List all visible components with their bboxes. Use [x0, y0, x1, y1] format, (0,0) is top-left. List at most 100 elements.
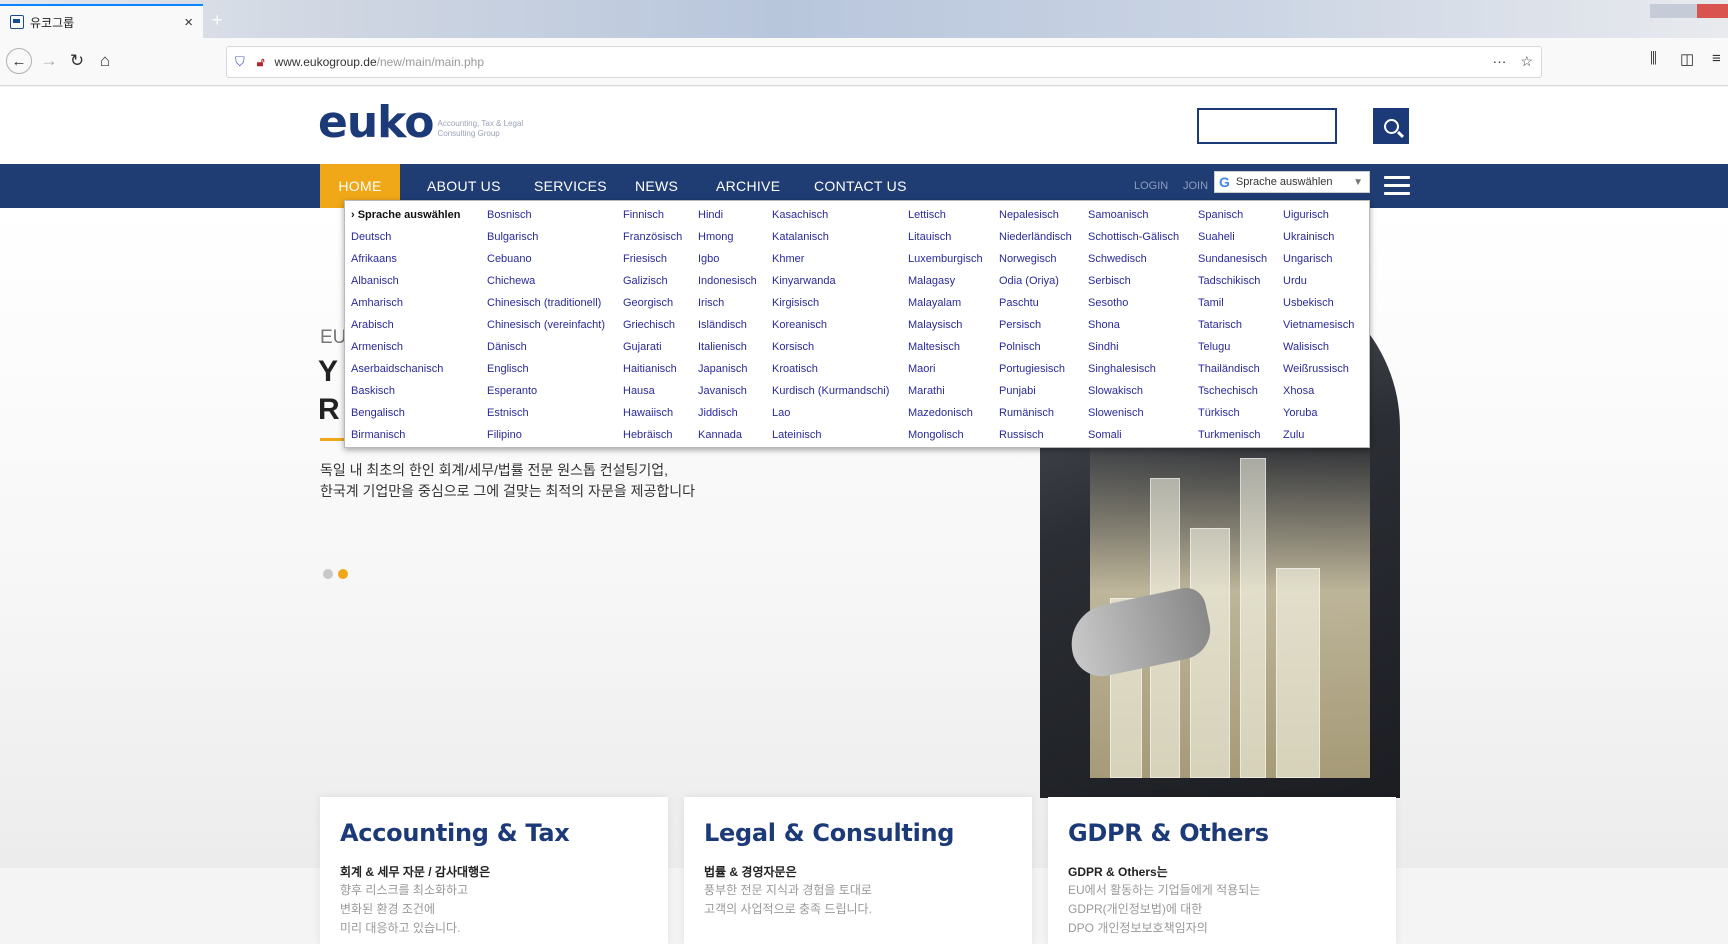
lang-option[interactable]: Marathi	[908, 383, 983, 405]
lang-option[interactable]: Französisch	[623, 229, 682, 251]
slider-dot[interactable]	[323, 569, 333, 579]
lang-option[interactable]: Luxemburgisch	[908, 251, 983, 273]
home-icon[interactable]: ⌂	[92, 48, 118, 74]
lang-option[interactable]: Shona	[1088, 317, 1179, 339]
lang-option[interactable]: Hebräisch	[623, 427, 682, 449]
lang-option[interactable]: Khmer	[772, 251, 889, 273]
lang-option[interactable]: Hausa	[623, 383, 682, 405]
lang-option[interactable]: Persisch	[999, 317, 1072, 339]
lang-option[interactable]: Telugu	[1198, 339, 1267, 361]
url-bar[interactable]: ⛉ 🔓︎ www.eukogroup.de/new/main/main.php …	[226, 46, 1542, 78]
lang-option[interactable]: Estnisch	[487, 405, 605, 427]
lang-option[interactable]: Singhalesisch	[1088, 361, 1179, 383]
lang-option[interactable]: Kroatisch	[772, 361, 889, 383]
lang-option[interactable]: Galizisch	[623, 273, 682, 295]
lang-option[interactable]: Afrikaans	[351, 251, 460, 273]
forward-icon[interactable]: →	[36, 48, 62, 74]
lang-option[interactable]: Jiddisch	[698, 405, 757, 427]
search-button[interactable]	[1373, 108, 1409, 144]
lang-option[interactable]: Nepalesisch	[999, 207, 1072, 229]
lang-option[interactable]: Arabisch	[351, 317, 460, 339]
lang-option[interactable]: Cebuano	[487, 251, 605, 273]
lang-option[interactable]: Paschtu	[999, 295, 1072, 317]
lang-option[interactable]: Schwedisch	[1088, 251, 1179, 273]
lang-option[interactable]: Suaheli	[1198, 229, 1267, 251]
lang-option[interactable]: Italienisch	[698, 339, 757, 361]
lang-option[interactable]: Russisch	[999, 427, 1072, 449]
lang-option[interactable]: Malaysisch	[908, 317, 983, 339]
lang-option[interactable]: Schottisch-Gälisch	[1088, 229, 1179, 251]
insecure-lock-icon[interactable]: 🔓︎	[257, 55, 265, 70]
lang-option[interactable]: Polnisch	[999, 339, 1072, 361]
browser-tab[interactable]: 유코그룹 ×	[0, 4, 203, 38]
lang-option[interactable]: Niederländisch	[999, 229, 1072, 251]
lang-option[interactable]: Usbekisch	[1283, 295, 1354, 317]
lang-option[interactable]: Maltesisch	[908, 339, 983, 361]
lang-option[interactable]: Punjabi	[999, 383, 1072, 405]
lang-option[interactable]: Xhosa	[1283, 383, 1354, 405]
lang-option[interactable]: Maori	[908, 361, 983, 383]
lang-option[interactable]: Somali	[1088, 427, 1179, 449]
euko-logo[interactable]: euko Accounting, Tax & Legal Consulting …	[318, 101, 547, 145]
service-card-legal[interactable]: Legal & Consulting 법률 & 경영자문은 풍부한 전문 지식과…	[684, 797, 1032, 944]
lang-option[interactable]: Japanisch	[698, 361, 757, 383]
lang-option[interactable]: Bulgarisch	[487, 229, 605, 251]
lang-option[interactable]: Tschechisch	[1198, 383, 1267, 405]
lang-option[interactable]: Gujarati	[623, 339, 682, 361]
lang-option[interactable]: Kasachisch	[772, 207, 889, 229]
lang-option[interactable]: Koreanisch	[772, 317, 889, 339]
lang-option[interactable]: Litauisch	[908, 229, 983, 251]
lang-option[interactable]: Bosnisch	[487, 207, 605, 229]
lang-option[interactable]: Armenisch	[351, 339, 460, 361]
lang-option[interactable]: Vietnamesisch	[1283, 317, 1354, 339]
lang-option[interactable]: Serbisch	[1088, 273, 1179, 295]
lang-option[interactable]: Deutsch	[351, 229, 460, 251]
lang-option[interactable]: Filipino	[487, 427, 605, 449]
lang-option[interactable]: Ungarisch	[1283, 251, 1354, 273]
lang-option[interactable]: Malayalam	[908, 295, 983, 317]
lang-option[interactable]: Turkmenisch	[1198, 427, 1267, 449]
shield-icon[interactable]: ⛉	[235, 54, 245, 70]
lang-option[interactable]: Sesotho	[1088, 295, 1179, 317]
lang-option[interactable]: Amharisch	[351, 295, 460, 317]
lang-option[interactable]: Baskisch	[351, 383, 460, 405]
lang-option[interactable]: Hawaiisch	[623, 405, 682, 427]
back-icon[interactable]: ←	[6, 48, 32, 74]
lang-option[interactable]: Bengalisch	[351, 405, 460, 427]
reload-icon[interactable]: ↻	[64, 48, 90, 74]
lang-option[interactable]: Tamil	[1198, 295, 1267, 317]
lang-option[interactable]: Finnisch	[623, 207, 682, 229]
lang-option[interactable]: Rumänisch	[999, 405, 1072, 427]
lang-option[interactable]: Igbo	[698, 251, 757, 273]
lang-option[interactable]: Katalanisch	[772, 229, 889, 251]
lang-option[interactable]: Chichewa	[487, 273, 605, 295]
lang-option[interactable]: Kannada	[698, 427, 757, 449]
lang-option[interactable]: Sindhi	[1088, 339, 1179, 361]
lang-option[interactable]: Zulu	[1283, 427, 1354, 449]
lang-option[interactable]: Kurdisch (Kurmandschi)	[772, 383, 889, 405]
language-select[interactable]: G Sprache auswählen ▼	[1214, 171, 1370, 193]
service-card-accounting[interactable]: Accounting & Tax 회계 & 세무 자문 / 감사대행은 향후 리…	[320, 797, 668, 944]
lang-option[interactable]: Indonesisch	[698, 273, 757, 295]
lang-option[interactable]: Mazedonisch	[908, 405, 983, 427]
lang-option[interactable]: Hmong	[698, 229, 757, 251]
lang-option[interactable]: Georgisch	[623, 295, 682, 317]
lang-option[interactable]: Samoanisch	[1088, 207, 1179, 229]
lang-option[interactable]: Slowakisch	[1088, 383, 1179, 405]
lang-option[interactable]: Chinesisch (vereinfacht)	[487, 317, 605, 339]
lang-option[interactable]: Tadschikisch	[1198, 273, 1267, 295]
lang-option[interactable]: Walisisch	[1283, 339, 1354, 361]
lang-option[interactable]: Kirgisisch	[772, 295, 889, 317]
lang-option[interactable]: Tatarisch	[1198, 317, 1267, 339]
lang-option[interactable]: Thailändisch	[1198, 361, 1267, 383]
lang-option[interactable]: Korsisch	[772, 339, 889, 361]
sidebar-icon[interactable]: ◫	[1680, 50, 1694, 68]
lang-option[interactable]: Chinesisch (traditionell)	[487, 295, 605, 317]
lang-option[interactable]: Malagasy	[908, 273, 983, 295]
tab-close-icon[interactable]: ×	[184, 14, 193, 31]
lang-option[interactable]: Javanisch	[698, 383, 757, 405]
slider-dot-active[interactable]	[338, 569, 348, 579]
lang-option[interactable]: Spanisch	[1198, 207, 1267, 229]
lang-option[interactable]: Yoruba	[1283, 405, 1354, 427]
service-card-gdpr[interactable]: GDPR & Others GDPR & Others는 EU에서 활동하는 기…	[1048, 797, 1396, 944]
